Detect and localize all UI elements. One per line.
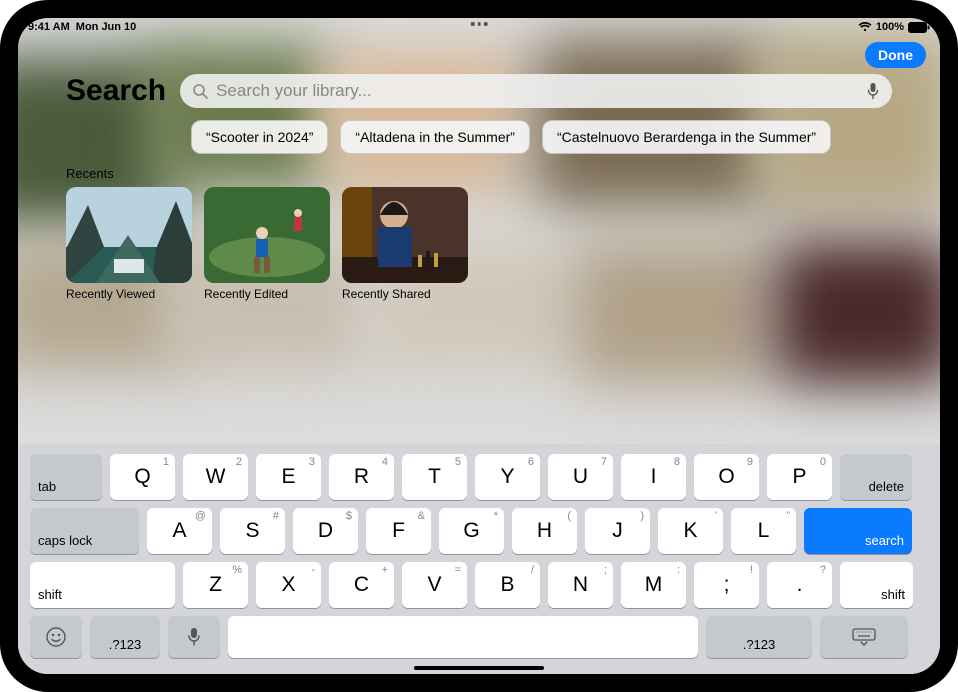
thumbnail xyxy=(342,187,468,283)
key-h[interactable]: (H xyxy=(512,508,577,554)
key-hide-keyboard[interactable] xyxy=(820,616,908,658)
done-button[interactable]: Done xyxy=(865,42,926,68)
search-field[interactable] xyxy=(180,74,892,108)
tile-label: Recently Edited xyxy=(204,283,300,302)
suggestion-chip[interactable]: “Altadena in the Summer” xyxy=(340,120,530,154)
key-numbers-right[interactable]: .?123 xyxy=(706,616,812,658)
key-m[interactable]: :M xyxy=(621,562,686,608)
key-f[interactable]: &F xyxy=(366,508,431,554)
key-o[interactable]: 9O xyxy=(694,454,759,500)
key-punct[interactable]: ?. xyxy=(767,562,832,608)
thumbnail xyxy=(66,187,192,283)
suggestion-chip[interactable]: “Scooter in 2024” xyxy=(191,120,328,154)
tile-label: Recently Shared xyxy=(342,283,438,302)
key-j[interactable]: )J xyxy=(585,508,650,554)
key-i[interactable]: 8I xyxy=(621,454,686,500)
key-c[interactable]: +C xyxy=(329,562,394,608)
key-k[interactable]: 'K xyxy=(658,508,723,554)
search-input[interactable] xyxy=(216,81,858,101)
key-punct[interactable]: !; xyxy=(694,562,759,608)
key-y[interactable]: 6Y xyxy=(475,454,540,500)
thumbnail xyxy=(204,187,330,283)
home-indicator[interactable] xyxy=(414,666,544,670)
onscreen-keyboard: tab1Q2W3E4R5T6Y7U8I9O0Pdelete caps lock@… xyxy=(18,444,940,674)
recents-tile-viewed[interactable]: Recently Viewed xyxy=(66,187,192,302)
key-search[interactable]: search xyxy=(804,508,912,554)
key-u[interactable]: 7U xyxy=(548,454,613,500)
key-g[interactable]: *G xyxy=(439,508,504,554)
key-t[interactable]: 5T xyxy=(402,454,467,500)
key-v[interactable]: =V xyxy=(402,562,467,608)
key-e[interactable]: 3E xyxy=(256,454,321,500)
key-r[interactable]: 4R xyxy=(329,454,394,500)
page-title: Search xyxy=(66,74,166,108)
key-delete[interactable]: delete xyxy=(840,454,912,500)
key-z[interactable]: %Z xyxy=(183,562,248,608)
recents-row: Recently Viewed xyxy=(18,183,940,302)
key-d[interactable]: $D xyxy=(293,508,358,554)
key-a[interactable]: @A xyxy=(147,508,212,554)
key-shift-left[interactable]: shift xyxy=(30,562,175,608)
key-p[interactable]: 0P xyxy=(767,454,832,500)
ipad-bezel: 9:41 AM Mon Jun 10 100% Done Sear xyxy=(0,0,958,692)
microphone-icon[interactable] xyxy=(866,82,880,100)
recents-tile-shared[interactable]: Recently Shared xyxy=(342,187,468,302)
key-numbers-left[interactable]: .?123 xyxy=(90,616,160,658)
key-q[interactable]: 1Q xyxy=(110,454,175,500)
key-b[interactable]: /B xyxy=(475,562,540,608)
suggestion-chip[interactable]: “Castelnuovo Berardenga in the Summer” xyxy=(542,120,831,154)
key-capslock[interactable]: caps lock xyxy=(30,508,139,554)
search-suggestions: “Scooter in 2024” “Altadena in the Summe… xyxy=(18,116,940,164)
key-dictation[interactable] xyxy=(168,616,220,658)
key-l[interactable]: ”L xyxy=(731,508,796,554)
key-emoji[interactable] xyxy=(30,616,82,658)
key-shift-right[interactable]: shift xyxy=(840,562,913,608)
key-w[interactable]: 2W xyxy=(183,454,248,500)
search-icon xyxy=(192,83,208,99)
recents-section-label: Recents xyxy=(18,164,940,183)
key-space[interactable] xyxy=(228,616,698,658)
key-s[interactable]: #S xyxy=(220,508,285,554)
key-x[interactable]: -X xyxy=(256,562,321,608)
tile-label: Recently Viewed xyxy=(66,283,162,302)
screen: 9:41 AM Mon Jun 10 100% Done Sear xyxy=(18,18,940,674)
key-tab[interactable]: tab xyxy=(30,454,102,500)
recents-tile-edited[interactable]: Recently Edited xyxy=(204,187,330,302)
key-n[interactable]: ;N xyxy=(548,562,613,608)
